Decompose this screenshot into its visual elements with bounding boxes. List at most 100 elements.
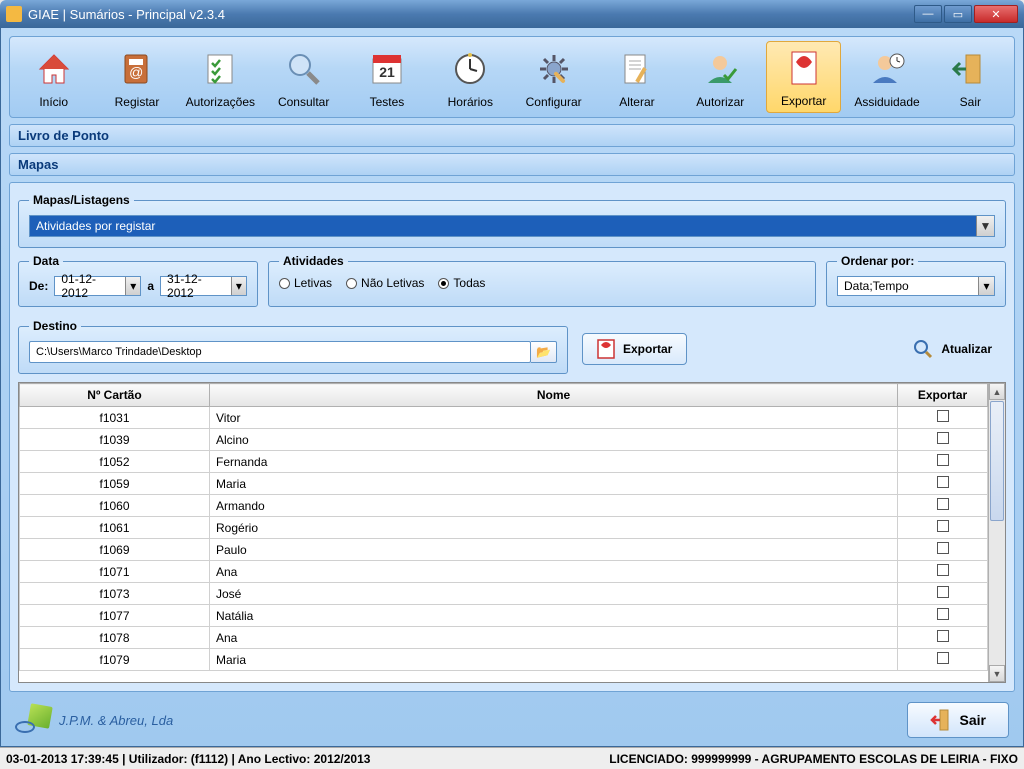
- cell-nome: Vitor: [210, 407, 898, 429]
- exportar-button[interactable]: Exportar: [582, 333, 687, 365]
- cell-nome: Maria: [210, 473, 898, 495]
- export-checkbox[interactable]: [937, 410, 949, 422]
- svg-text:21: 21: [379, 64, 395, 80]
- export-checkbox[interactable]: [937, 586, 949, 598]
- radio-letivas[interactable]: Letivas: [279, 276, 332, 290]
- col-header-cartao[interactable]: Nº Cartão: [20, 384, 210, 407]
- export-checkbox[interactable]: [937, 630, 949, 642]
- table-row[interactable]: f1031Vitor: [20, 407, 988, 429]
- home-icon: [32, 47, 76, 91]
- export-checkbox[interactable]: [937, 564, 949, 576]
- toolbar-label: Assiduidade: [854, 95, 919, 109]
- sair-label: Sair: [960, 712, 986, 728]
- close-button[interactable]: ✕: [974, 5, 1018, 23]
- scroll-down-icon[interactable]: ▼: [989, 665, 1005, 682]
- export-checkbox[interactable]: [937, 476, 949, 488]
- cell-nome: Ana: [210, 627, 898, 649]
- mapas-listagens-group: Mapas/Listagens Atividades por registar …: [18, 193, 1006, 248]
- table-row[interactable]: f1069Paulo: [20, 539, 988, 561]
- export-checkbox[interactable]: [937, 454, 949, 466]
- user-clock-icon: [865, 47, 909, 91]
- door-exit-icon: [930, 708, 950, 732]
- cell-export: [898, 605, 988, 627]
- toolbar-label: Horários: [448, 95, 493, 109]
- radio-não-letivas[interactable]: Não Letivas: [346, 276, 424, 290]
- cell-cartao: f1069: [20, 539, 210, 561]
- toolbar-label: Consultar: [278, 95, 329, 109]
- col-header-nome[interactable]: Nome: [210, 384, 898, 407]
- radio-todas[interactable]: Todas: [438, 276, 485, 290]
- cell-nome: José: [210, 583, 898, 605]
- pdf-icon: [782, 46, 826, 90]
- table-row[interactable]: f1052Fernanda: [20, 451, 988, 473]
- radio-icon: [346, 278, 357, 289]
- toolbar-registar[interactable]: @Registar: [99, 41, 174, 113]
- cell-cartao: f1078: [20, 627, 210, 649]
- toolbar-label: Configurar: [526, 95, 582, 109]
- table-row[interactable]: f1071Ana: [20, 561, 988, 583]
- table-row[interactable]: f1039Alcino: [20, 429, 988, 451]
- sair-button[interactable]: Sair: [907, 702, 1009, 738]
- toolbar-label: Alterar: [619, 95, 654, 109]
- scroll-thumb[interactable]: [990, 401, 1004, 521]
- mapas-dropdown[interactable]: Atividades por registar ▼: [29, 215, 995, 237]
- toolbar-label: Testes: [370, 95, 405, 109]
- cell-nome: Alcino: [210, 429, 898, 451]
- cell-nome: Armando: [210, 495, 898, 517]
- radio-icon: [279, 278, 290, 289]
- toolbar-autorizar[interactable]: Autorizar: [683, 41, 758, 113]
- atividades-legend: Atividades: [279, 254, 348, 268]
- destino-path-input[interactable]: C:\Users\Marco Trindade\Desktop: [29, 341, 531, 363]
- toolbar-alterar[interactable]: Alterar: [599, 41, 674, 113]
- table-row[interactable]: f1073José: [20, 583, 988, 605]
- date-from-select[interactable]: 01-12-2012 ▾: [54, 276, 141, 296]
- col-header-exportar[interactable]: Exportar: [898, 384, 988, 407]
- app-icon: [6, 6, 22, 22]
- toolbar-configurar[interactable]: Configurar: [516, 41, 591, 113]
- toolbar-inicio[interactable]: Início: [16, 41, 91, 113]
- toolbar-consultar[interactable]: Consultar: [266, 41, 341, 113]
- ordenar-select[interactable]: Data;Tempo ▾: [837, 276, 995, 296]
- toolbar-sair[interactable]: Sair: [933, 41, 1008, 113]
- date-to-select[interactable]: 31-12-2012 ▾: [160, 276, 247, 296]
- address-book-icon: @: [115, 47, 159, 91]
- toolbar-exportar[interactable]: Exportar: [766, 41, 841, 113]
- cell-export: [898, 473, 988, 495]
- atualizar-label: Atualizar: [941, 342, 992, 356]
- toolbar-horarios[interactable]: Horários: [433, 41, 508, 113]
- minimize-button[interactable]: —: [914, 5, 942, 23]
- browse-button[interactable]: 📂: [531, 341, 557, 363]
- magnifier-icon: [913, 339, 933, 359]
- table-row[interactable]: f1077Natália: [20, 605, 988, 627]
- radio-icon: [438, 278, 449, 289]
- toolbar-assiduidade[interactable]: Assiduidade: [849, 41, 924, 113]
- checklist-icon: [198, 47, 242, 91]
- table-row[interactable]: f1078Ana: [20, 627, 988, 649]
- toolbar-autorizacoes[interactable]: Autorizações: [183, 41, 258, 113]
- export-checkbox[interactable]: [937, 652, 949, 664]
- label-a: a: [147, 279, 154, 293]
- section-mapas: Mapas: [9, 153, 1015, 176]
- export-checkbox[interactable]: [937, 608, 949, 620]
- export-checkbox[interactable]: [937, 432, 949, 444]
- table-row[interactable]: f1060Armando: [20, 495, 988, 517]
- toolbar-testes[interactable]: 21 Testes: [349, 41, 424, 113]
- cell-nome: Ana: [210, 561, 898, 583]
- table-row[interactable]: f1059Maria: [20, 473, 988, 495]
- vertical-scrollbar[interactable]: ▲ ▼: [988, 383, 1005, 682]
- cell-cartao: f1077: [20, 605, 210, 627]
- table-row[interactable]: f1061Rogério: [20, 517, 988, 539]
- export-checkbox[interactable]: [937, 520, 949, 532]
- atualizar-button[interactable]: Atualizar: [899, 333, 1006, 365]
- cell-cartao: f1031: [20, 407, 210, 429]
- export-checkbox[interactable]: [937, 542, 949, 554]
- export-checkbox[interactable]: [937, 498, 949, 510]
- cell-export: [898, 407, 988, 429]
- scroll-up-icon[interactable]: ▲: [989, 383, 1005, 400]
- maximize-button[interactable]: ▭: [944, 5, 972, 23]
- table-row[interactable]: f1079Maria: [20, 649, 988, 671]
- statusbar-right: LICENCIADO: 999999999 - AGRUPAMENTO ESCO…: [609, 752, 1018, 766]
- cell-export: [898, 451, 988, 473]
- cell-nome: Rogério: [210, 517, 898, 539]
- cell-nome: Paulo: [210, 539, 898, 561]
